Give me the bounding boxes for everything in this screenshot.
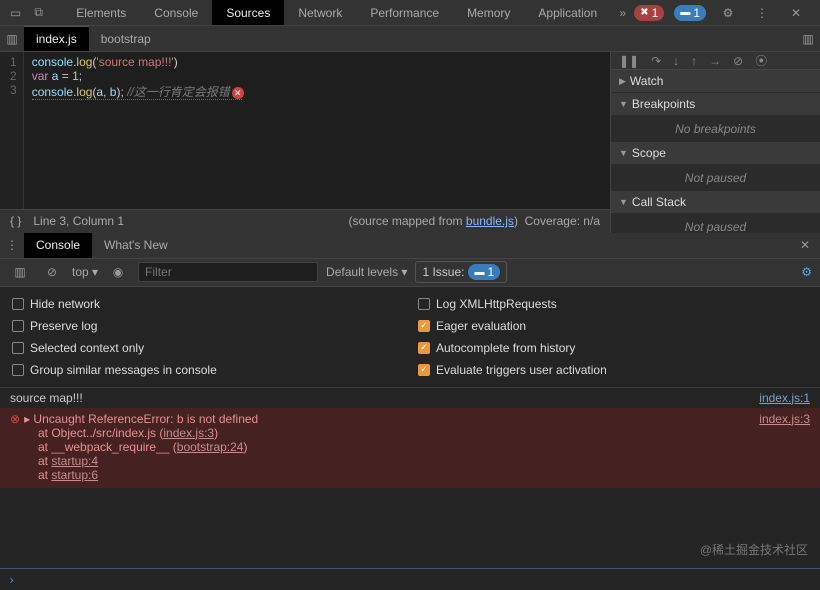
step-over-icon[interactable]: ↷ <box>651 54 661 68</box>
live-expr-icon[interactable]: ◉ <box>110 264 126 280</box>
debugger-controls: ❚❚ ↷ ↓ ↑ → ⊘ ⦿ <box>611 52 820 70</box>
kebab-icon[interactable]: ⋮ <box>754 5 770 21</box>
stack-link[interactable]: startup:4 <box>51 454 98 468</box>
section-header[interactable]: ▼Call Stack <box>611 191 820 214</box>
error-icon: ⊗ <box>10 412 20 426</box>
console-sidebar-icon[interactable]: ▥ <box>12 264 28 280</box>
console-settings: Hide networkLog XMLHttpRequestsPreserve … <box>0 287 820 388</box>
more-tabs-icon[interactable]: » <box>615 5 630 21</box>
watermark: @稀土掘金技术社区 <box>700 541 808 558</box>
console-controls: ▥ ⊘ top ▾ ◉ Default levels ▾ 1 Issue: ▬ … <box>0 259 820 287</box>
console-option[interactable]: Selected context only <box>4 337 410 359</box>
navigator-toggle-icon[interactable]: ▥ <box>4 31 20 47</box>
tab-memory[interactable]: Memory <box>453 0 524 25</box>
log-src-link[interactable]: index.js:1 <box>759 391 810 405</box>
console-option[interactable]: Log XMLHttpRequests <box>410 293 816 315</box>
pause-icon[interactable]: ❚❚ <box>619 54 639 68</box>
sourcemap-link[interactable]: bundle.js <box>466 214 514 228</box>
error-marker-icon[interactable]: ✕ <box>232 87 244 99</box>
cursor-pos: Line 3, Column 1 <box>33 214 124 228</box>
tab-performance[interactable]: Performance <box>356 0 453 25</box>
device-icon[interactable]: ⧉ <box>31 5 46 21</box>
panel-tabs: ElementsConsoleSourcesNetworkPerformance… <box>62 0 611 25</box>
inspect-icon[interactable]: ▭ <box>8 5 23 21</box>
main-toolbar: ▭ ⧉ ElementsConsoleSourcesNetworkPerform… <box>0 0 820 26</box>
console-output: source map!!!index.js:1 ⊗▸ Uncaught Refe… <box>0 388 820 569</box>
console-option[interactable]: ✓Eager evaluation <box>410 315 816 337</box>
context-select[interactable]: top ▾ <box>72 265 98 279</box>
file-tab[interactable]: index.js <box>24 26 89 51</box>
error-message: ⊗▸ Uncaught ReferenceError: b is not def… <box>0 408 820 488</box>
tab-application[interactable]: Application <box>524 0 611 25</box>
toolbar-right: ✖ 1 ▬ 1 ⚙ ⋮ ✕ <box>634 5 816 21</box>
checkbox[interactable]: ✓ <box>418 342 430 354</box>
pause-exc-icon[interactable]: ⦿ <box>755 52 767 69</box>
levels-select[interactable]: Default levels ▾ <box>326 265 407 279</box>
gear-icon[interactable]: ⚙ <box>720 5 736 21</box>
clear-console-icon[interactable]: ⊘ <box>44 264 60 280</box>
file-tab[interactable]: bootstrap <box>89 26 163 51</box>
error-badge[interactable]: ✖ 1 <box>634 5 664 21</box>
drawer-tab[interactable]: Console <box>24 233 92 258</box>
close-drawer-icon[interactable]: ✕ <box>790 238 820 252</box>
code-editor[interactable]: 123 console.log('source map!!!') var a =… <box>0 52 610 209</box>
deactivate-bp-icon[interactable]: ⊘ <box>733 54 743 68</box>
step-icon[interactable]: → <box>709 54 721 68</box>
section-header[interactable]: ▶Watch <box>611 70 820 93</box>
console-prompt[interactable]: › <box>0 568 820 590</box>
step-into-icon[interactable]: ↓ <box>673 54 679 68</box>
console-option[interactable]: Preserve log <box>4 315 410 337</box>
console-option[interactable]: Hide network <box>4 293 410 315</box>
tab-elements[interactable]: Elements <box>62 0 140 25</box>
checkbox[interactable] <box>418 298 430 310</box>
section-header[interactable]: ▼Breakpoints <box>611 93 820 116</box>
issues-counter[interactable]: 1 Issue: ▬ 1 <box>415 261 507 283</box>
checkbox[interactable] <box>12 320 24 332</box>
tab-console[interactable]: Console <box>140 0 212 25</box>
stack-link[interactable]: index.js:3 <box>163 426 214 440</box>
section-header[interactable]: ▼Scope <box>611 142 820 165</box>
file-tabbar: ▥ index.jsbootstrap ▥ <box>0 26 820 52</box>
step-out-icon[interactable]: ↑ <box>691 54 697 68</box>
log-message: source map!!!index.js:1 <box>0 388 820 408</box>
checkbox[interactable]: ✓ <box>418 364 430 376</box>
console-option[interactable]: ✓Autocomplete from history <box>410 337 816 359</box>
checkbox[interactable] <box>12 298 24 310</box>
debugger-panel: ❚❚ ↷ ↓ ↑ → ⊘ ⦿ ▶Watch▼BreakpointsNo brea… <box>610 52 820 233</box>
pretty-print-icon[interactable]: { } <box>10 214 21 228</box>
tab-network[interactable]: Network <box>284 0 356 25</box>
drawer-menu-icon[interactable]: ⋮ <box>4 237 20 253</box>
close-icon[interactable]: ✕ <box>788 5 804 21</box>
console-option[interactable]: ✓Evaluate triggers user activation <box>410 359 816 381</box>
drawer-tab[interactable]: What's New <box>92 233 180 258</box>
filter-input[interactable] <box>138 262 318 282</box>
tab-sources[interactable]: Sources <box>212 0 284 25</box>
stack-link[interactable]: bootstrap:24 <box>177 440 244 454</box>
line-gutter: 123 <box>0 52 24 209</box>
checkbox[interactable] <box>12 364 24 376</box>
error-src-link[interactable]: index.js:3 <box>759 412 810 426</box>
drawer-tabs: ⋮ ConsoleWhat's New ✕ <box>0 233 820 259</box>
toggle-pane-icon[interactable]: ▥ <box>800 31 816 47</box>
checkbox[interactable]: ✓ <box>418 320 430 332</box>
console-settings-icon[interactable]: ⚙ <box>801 265 812 279</box>
editor-status: { }Line 3, Column 1 (source mapped from … <box>0 209 610 233</box>
issues-badge[interactable]: ▬ 1 <box>674 5 706 21</box>
checkbox[interactable] <box>12 342 24 354</box>
console-option[interactable]: Group similar messages in console <box>4 359 410 381</box>
stack-link[interactable]: startup:6 <box>51 468 98 482</box>
